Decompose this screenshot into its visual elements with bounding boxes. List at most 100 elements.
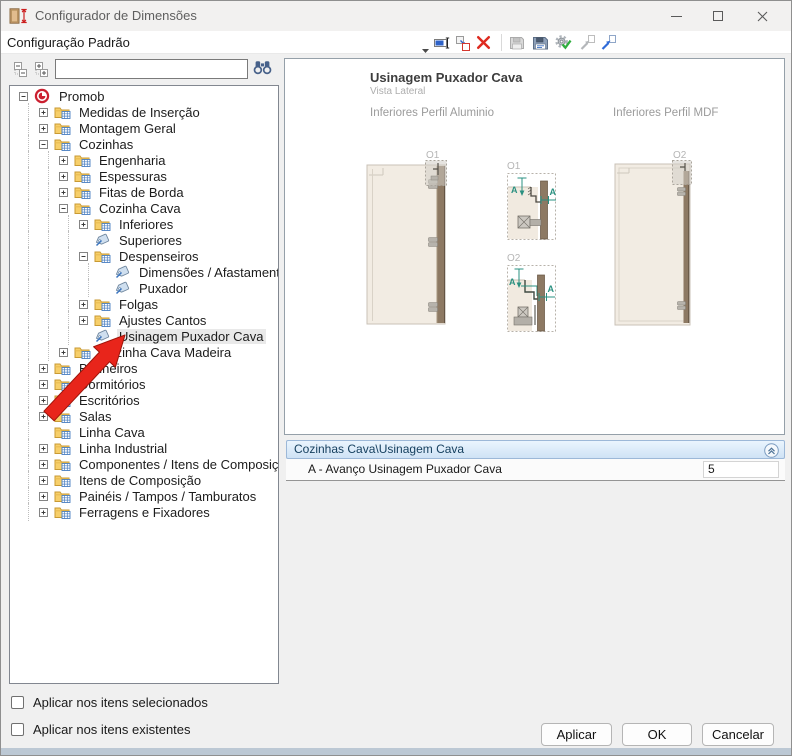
property-label: A - Avanço Usinagem Puxador Cava xyxy=(308,459,502,480)
tree-toggle-plus-icon[interactable] xyxy=(55,348,74,357)
tree-item[interactable]: Inferiores xyxy=(10,216,278,232)
folder-icon xyxy=(74,153,94,167)
tree-item[interactable]: Folgas xyxy=(10,296,278,312)
door-aluminio: O1 xyxy=(367,150,447,324)
export-config-icon[interactable] xyxy=(599,34,617,51)
tree-toggle-plus-icon[interactable] xyxy=(35,444,54,453)
tree-toggle-plus-icon[interactable] xyxy=(75,220,94,229)
config-selector[interactable]: Configuração Padrão xyxy=(7,31,130,54)
tree-item-label: Componentes / Itens de Composição xyxy=(77,457,279,472)
tree-item[interactable]: Superiores xyxy=(10,232,278,248)
tree-toggle-plus-icon[interactable] xyxy=(35,476,54,485)
tree-item[interactable]: Banheiros xyxy=(10,360,278,376)
tree-item[interactable]: Medidas de Inserção xyxy=(10,104,278,120)
folder-icon xyxy=(94,217,114,231)
tree-item-label: Linha Industrial xyxy=(77,441,169,456)
tree-item[interactable]: Montagem Geral xyxy=(10,120,278,136)
tree-item[interactable]: Promob xyxy=(10,88,278,104)
folder-icon xyxy=(54,105,74,119)
maximize-button[interactable] xyxy=(698,1,738,31)
ok-button[interactable]: OK xyxy=(622,723,692,746)
apply-existing-checkbox[interactable] xyxy=(11,723,24,736)
tree-item[interactable]: Ferragens e Fixadores xyxy=(10,504,278,520)
cancel-button[interactable]: Cancelar xyxy=(702,723,774,746)
window-bottom-edge xyxy=(1,748,791,755)
detail2-label: O2 xyxy=(507,253,521,264)
save-library-icon[interactable] xyxy=(531,34,549,51)
tree-toggle-plus-icon[interactable] xyxy=(35,396,54,405)
tree-toggle-plus-icon[interactable] xyxy=(55,172,74,181)
tree-toggle-plus-icon[interactable] xyxy=(55,156,74,165)
tree-toggle-plus-icon[interactable] xyxy=(75,300,94,309)
tree-toggle-minus-icon[interactable] xyxy=(55,204,74,213)
tree-item[interactable]: Usinagem Puxador Cava xyxy=(10,328,278,344)
detail-o2: O2 A A xyxy=(507,253,556,332)
tree-item[interactable]: Puxador xyxy=(10,280,278,296)
close-button[interactable] xyxy=(740,1,784,31)
apply-button[interactable]: Aplicar xyxy=(541,723,612,746)
tree-toggle-plus-icon[interactable] xyxy=(35,412,54,421)
tree-item[interactable]: Linha Industrial xyxy=(10,440,278,456)
tree-item-label: Espessuras xyxy=(97,169,169,184)
tree-item[interactable]: Fitas de Borda xyxy=(10,184,278,200)
tree-item[interactable]: Ajustes Cantos xyxy=(10,312,278,328)
tree-toggle-plus-icon[interactable] xyxy=(35,124,54,133)
tree-toggle-plus-icon[interactable] xyxy=(35,460,54,469)
folder-icon xyxy=(74,345,94,359)
tree-toggle-plus-icon[interactable] xyxy=(75,316,94,325)
tag-icon xyxy=(114,281,134,295)
property-value-input[interactable]: 5 xyxy=(703,461,779,478)
tree-item[interactable]: Cozinhas xyxy=(10,136,278,152)
minimize-button[interactable] xyxy=(656,1,696,31)
tree-item-label: Cozinha Cava Madeira xyxy=(97,345,233,360)
folder-icon xyxy=(74,169,94,183)
tree-item[interactable]: Despenseiros xyxy=(10,248,278,264)
door-dimension-icon xyxy=(9,8,29,29)
dropdown-caret-icon[interactable] xyxy=(422,40,429,58)
tree-toggle-plus-icon[interactable] xyxy=(35,380,54,389)
tree-item[interactable]: Cozinha Cava xyxy=(10,200,278,216)
tree-item[interactable]: Engenharia xyxy=(10,152,278,168)
tree-item-label: Banheiros xyxy=(77,361,140,376)
tree-item[interactable]: Painéis / Tampos / Tamburatos xyxy=(10,488,278,504)
tree-search-input[interactable] xyxy=(55,59,248,79)
tree-item[interactable]: Escritórios xyxy=(10,392,278,408)
tree-item[interactable]: Linha Cava xyxy=(10,424,278,440)
rename-config-icon[interactable] xyxy=(433,34,451,51)
dim-a-label: A xyxy=(511,185,518,195)
expand-all-icon[interactable] xyxy=(34,61,50,77)
tree-item-label: Ferragens e Fixadores xyxy=(77,505,212,520)
search-binoculars-icon[interactable] xyxy=(253,60,272,80)
tree-toggle-plus-icon[interactable] xyxy=(35,108,54,117)
tree-item[interactable]: Salas xyxy=(10,408,278,424)
tree-toggle-plus-icon[interactable] xyxy=(35,492,54,501)
tree-toggle-plus-icon[interactable] xyxy=(55,188,74,197)
tree-item[interactable]: Componentes / Itens de Composição xyxy=(10,456,278,472)
apply-selected-checkbox[interactable] xyxy=(11,696,24,709)
tree-toggle-plus-icon[interactable] xyxy=(35,364,54,373)
delete-config-icon[interactable] xyxy=(474,34,492,51)
tree-toggle-plus-icon[interactable] xyxy=(35,508,54,517)
collapse-all-icon[interactable] xyxy=(13,61,29,77)
tree-item-label: Promob xyxy=(57,89,107,104)
apply-existing-row: Aplicar nos itens existentes xyxy=(11,721,191,737)
tree-item[interactable]: Espessuras xyxy=(10,168,278,184)
collapse-group-button[interactable] xyxy=(764,443,779,458)
apply-check-gear-icon[interactable] xyxy=(554,34,572,51)
folder-icon xyxy=(54,377,74,391)
door1-marker-label: O1 xyxy=(426,150,440,161)
folder-icon xyxy=(54,457,74,471)
folder-icon xyxy=(54,441,74,455)
tree-item[interactable]: Itens de Composição xyxy=(10,472,278,488)
tree-item[interactable]: Dimensões / Afastamentos xyxy=(10,264,278,280)
folder-icon xyxy=(54,473,74,487)
copy-config-icon[interactable] xyxy=(454,34,472,51)
tree-toggle-minus-icon[interactable] xyxy=(75,252,94,261)
tree-item-label: Ajustes Cantos xyxy=(117,313,208,328)
tree-item[interactable]: Dormitórios xyxy=(10,376,278,392)
tree-item-label: Cozinha Cava xyxy=(97,201,183,216)
tree-toggle-minus-icon[interactable] xyxy=(35,140,54,149)
tree-item[interactable]: Cozinha Cava Madeira xyxy=(10,344,278,360)
folder-icon xyxy=(54,361,74,375)
tree-toggle-minus-icon[interactable] xyxy=(15,92,34,101)
